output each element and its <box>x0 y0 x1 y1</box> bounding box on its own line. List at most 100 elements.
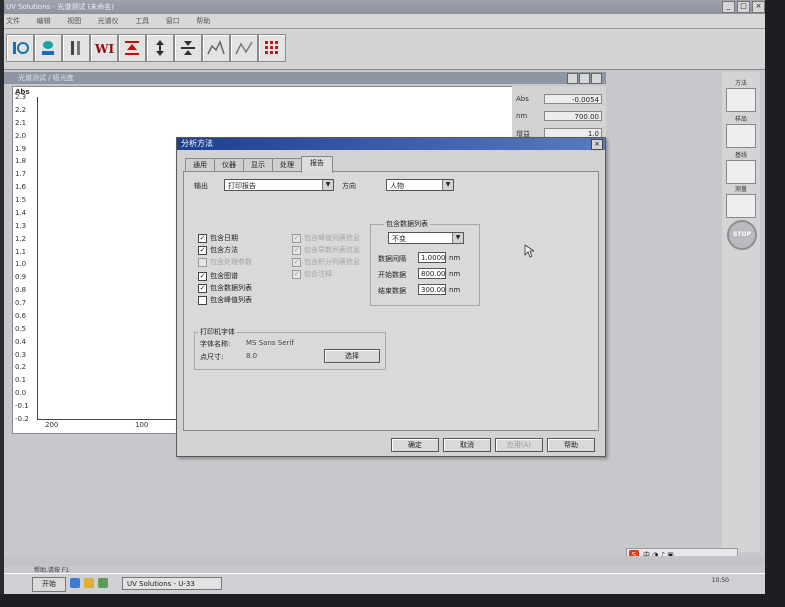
menu-bar: 文件 编辑 视图 光谱仪 工具 窗口 帮助 <box>0 14 785 29</box>
monitor-bezel-bottom <box>0 594 785 607</box>
data-list-mode-value: 不变 <box>392 235 406 243</box>
sample-icon <box>71 41 80 55</box>
clock: 10:50 <box>711 577 729 584</box>
taskbar-item-uv-solutions[interactable]: UV Solutions - U-33 <box>122 577 222 590</box>
checkbox-include-peak-list[interactable] <box>198 296 207 305</box>
sample-tool-button[interactable]: 样品 <box>725 114 757 148</box>
y-tick: 1.5 <box>15 196 27 205</box>
measure-tool-label: 测量 <box>734 186 747 193</box>
media-icon[interactable] <box>98 578 108 588</box>
point-size-label: 点尺寸: <box>200 353 224 361</box>
spectrum-close-button[interactable] <box>591 73 602 84</box>
dialog-title-bar: 分析方法 × <box>177 138 605 150</box>
readout-value: 700.00 <box>544 111 602 121</box>
y-tick: 0.1 <box>15 376 27 385</box>
tab-processing[interactable]: 处理 <box>272 158 302 172</box>
info-button[interactable] <box>6 34 34 62</box>
menu-tools[interactable]: 工具 <box>135 14 149 28</box>
dialog-close-button[interactable]: × <box>591 139 603 150</box>
x-tick: 100 <box>135 421 149 429</box>
checkbox-label: 包含导数列表信息 <box>304 246 360 254</box>
method-tool-button[interactable]: 方法 <box>725 78 757 112</box>
select-font-button[interactable]: 选择 <box>324 349 380 363</box>
output-select[interactable]: 打印报告 ▼ <box>224 179 334 191</box>
svg-text:WL: WL <box>94 42 114 56</box>
ok-button[interactable]: 确定 <box>391 438 439 452</box>
ie-icon[interactable] <box>70 578 80 588</box>
tab-report[interactable]: 报告 <box>301 156 333 173</box>
readout-value: -0.0054 <box>544 94 602 104</box>
baseline-button[interactable] <box>202 34 230 62</box>
output-label: 输出 <box>194 182 208 190</box>
checkbox-peak-info[interactable]: ✓ <box>292 234 301 243</box>
menu-help[interactable]: 帮助 <box>196 14 210 28</box>
chevron-down-icon: ▼ <box>322 180 333 190</box>
checkbox-include-graph[interactable]: ✓ <box>198 272 207 281</box>
cuvette-button[interactable] <box>34 34 62 62</box>
grid-button[interactable] <box>258 34 286 62</box>
menu-file[interactable]: 文件 <box>6 14 20 28</box>
spectrum-maximize-button[interactable] <box>579 73 590 84</box>
compress-button[interactable] <box>174 34 202 62</box>
y-tick: 0.7 <box>15 299 27 308</box>
y-tick: 0.6 <box>15 311 27 320</box>
y-tick: 1.1 <box>15 247 27 256</box>
measure-tool-button[interactable]: 测量 <box>725 184 757 218</box>
y-tick: 0.5 <box>15 324 27 333</box>
baseline-icon <box>207 40 225 55</box>
tab-general[interactable]: 通用 <box>185 158 215 172</box>
method-tool-label: 方法 <box>734 80 747 87</box>
minimize-button[interactable]: _ <box>722 1 735 13</box>
menu-view[interactable]: 视图 <box>67 14 81 28</box>
apply-button[interactable]: 应用(A) <box>495 438 543 452</box>
cancel-button[interactable]: 取消 <box>443 438 491 452</box>
help-button[interactable]: 帮助 <box>547 438 595 452</box>
checkbox-label: 包含峰值列表 <box>210 296 252 304</box>
menu-spectrometer[interactable]: 光谱仪 <box>98 14 119 28</box>
menu-window[interactable]: 窗口 <box>166 14 180 28</box>
sample-button[interactable] <box>62 34 90 62</box>
maximize-button[interactable]: □ <box>737 1 750 13</box>
start-data-field[interactable]: 800.00 <box>418 268 446 279</box>
checkbox-derivative-info[interactable]: ✓ <box>292 246 301 255</box>
goto-button[interactable] <box>118 34 146 62</box>
baseline-tool-button[interactable]: 基线 <box>725 150 757 184</box>
spectrum-minimize-button[interactable] <box>567 73 578 84</box>
expand-button[interactable] <box>146 34 174 62</box>
wl-icon: WL <box>94 42 114 56</box>
chevron-down-icon: ▼ <box>442 180 453 190</box>
checkbox-integral-info[interactable]: ✓ <box>292 258 301 267</box>
scan-button[interactable] <box>230 34 258 62</box>
checkbox-label: 包含处理参数 <box>210 258 252 266</box>
checkbox-include-params[interactable] <box>198 258 207 267</box>
baseline-tool-label: 基线 <box>734 152 747 159</box>
stop-button[interactable]: STOP <box>727 220 757 250</box>
tab-instrument[interactable]: 仪器 <box>214 158 244 172</box>
expand-icon <box>156 40 164 56</box>
right-tool-column: 方法 样品 基线 测量 STOP <box>722 72 760 552</box>
data-interval-field[interactable]: 1.0000 <box>418 252 446 263</box>
y-tick: 2.2 <box>15 105 27 114</box>
unit-label: nm <box>449 286 461 294</box>
printer-font-title: 打印机字体 <box>198 327 237 337</box>
checkbox-include-date[interactable]: ✓ <box>198 234 207 243</box>
checkbox-comments[interactable]: ✓ <box>292 270 301 279</box>
checkbox-include-method[interactable]: ✓ <box>198 246 207 255</box>
info-icon <box>13 42 29 54</box>
readout-row: nm 700.00 <box>516 111 604 123</box>
end-data-field[interactable]: 300.00 <box>418 284 446 295</box>
screen: UV Solutions - 光谱测试 (未命名) _ □ × 文件 编辑 视图… <box>0 0 785 607</box>
start-button[interactable]: 开始 <box>32 577 66 592</box>
close-button[interactable]: × <box>752 1 765 13</box>
compress-icon <box>181 41 195 55</box>
data-list-mode-select[interactable]: 不变 ▼ <box>388 232 464 244</box>
analysis-method-dialog: 分析方法 × 通用 仪器 显示 处理 报告 输出 打印报告 ▼ 方向 人物 ▼ … <box>176 137 606 457</box>
y-tick: 0.2 <box>15 363 27 372</box>
wavelength-button[interactable]: WL <box>90 34 118 62</box>
menu-edit[interactable]: 编辑 <box>37 14 51 28</box>
folder-icon[interactable] <box>84 578 94 588</box>
y-tick: 1.0 <box>15 260 27 269</box>
tab-display[interactable]: 显示 <box>243 158 273 172</box>
checkbox-include-data-list[interactable]: ✓ <box>198 284 207 293</box>
direction-select[interactable]: 人物 ▼ <box>386 179 454 191</box>
